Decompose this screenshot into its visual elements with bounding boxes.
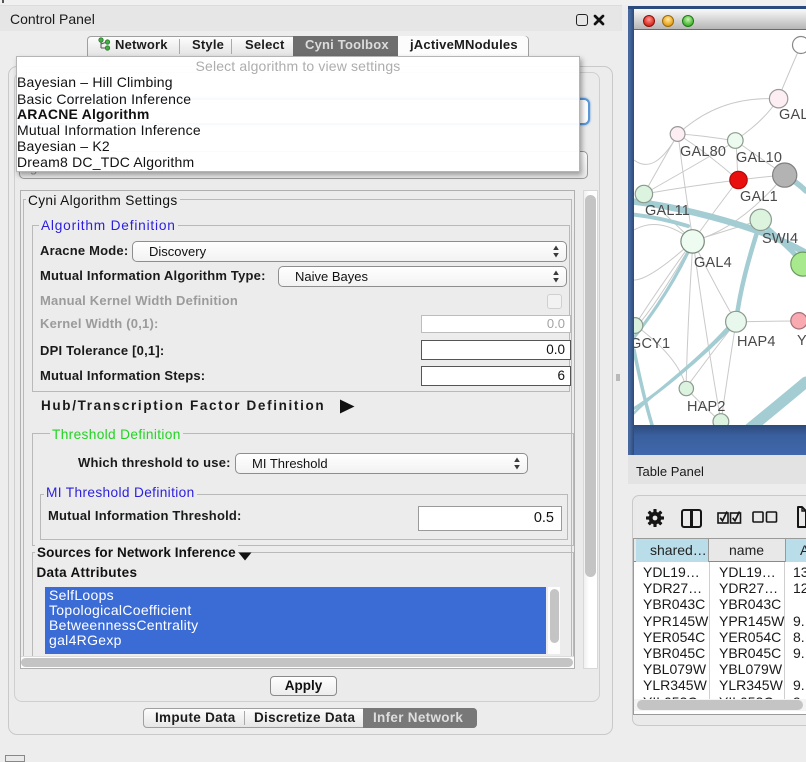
svg-text:GAL4: GAL4 xyxy=(694,255,732,271)
svg-text:GAL11: GAL11 xyxy=(645,203,690,219)
svg-text:GAL10: GAL10 xyxy=(736,150,782,166)
svg-text:HAP4: HAP4 xyxy=(737,334,776,350)
svg-text:HAP2: HAP2 xyxy=(687,399,726,415)
svg-text:GAL1: GAL1 xyxy=(740,189,778,205)
svg-text:GCY1: GCY1 xyxy=(634,336,670,352)
svg-text:SWI4: SWI4 xyxy=(762,231,798,247)
svg-text:GAL80: GAL80 xyxy=(680,144,726,160)
svg-text:Y: Y xyxy=(797,333,806,349)
svg-text:GAL7: GAL7 xyxy=(779,107,806,123)
